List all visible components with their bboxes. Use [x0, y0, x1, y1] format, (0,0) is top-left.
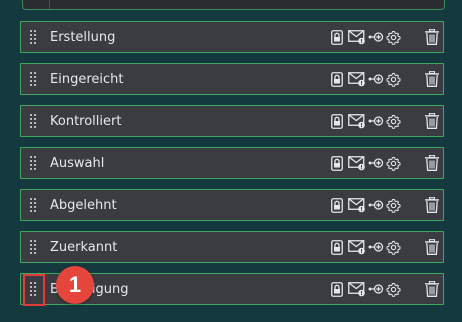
- drag-handle-icon[interactable]: [21, 64, 45, 94]
- link-icon[interactable]: [368, 115, 384, 127]
- mail-notify-icon[interactable]: [348, 71, 366, 87]
- mail-notify-icon[interactable]: [348, 155, 366, 171]
- mail-notify-icon[interactable]: [348, 281, 366, 297]
- gear-icon[interactable]: [386, 198, 401, 213]
- mail-notify-icon[interactable]: [348, 239, 366, 255]
- mail-notify-icon[interactable]: [348, 197, 366, 213]
- status-row-eingereicht: Eingereicht: [20, 63, 444, 95]
- link-icon[interactable]: [368, 73, 384, 85]
- step-number-badge: 1: [56, 266, 94, 304]
- status-label: Auswahl: [50, 155, 105, 171]
- lock-icon[interactable]: [331, 71, 343, 87]
- gear-icon[interactable]: [386, 282, 401, 297]
- status-row-abgelehnt: Abgelehnt: [20, 189, 444, 221]
- gear-icon[interactable]: [386, 114, 401, 129]
- lock-icon[interactable]: [331, 113, 343, 129]
- gear-icon[interactable]: [386, 30, 401, 45]
- lock-icon[interactable]: [331, 29, 343, 45]
- status-label: Erstellung: [50, 29, 116, 45]
- drag-handle-icon[interactable]: [21, 148, 45, 178]
- trash-icon[interactable]: [425, 71, 439, 87]
- drag-handle-icon[interactable]: [21, 22, 45, 52]
- status-label: Zuerkannt: [50, 239, 118, 255]
- drag-handle-icon[interactable]: [21, 274, 45, 304]
- trash-icon[interactable]: [425, 113, 439, 129]
- drag-handle-icon[interactable]: [21, 190, 45, 220]
- mail-notify-icon[interactable]: [348, 113, 366, 129]
- link-icon[interactable]: [368, 199, 384, 211]
- status-label: Abgelehnt: [50, 197, 117, 213]
- lock-icon[interactable]: [331, 239, 343, 255]
- gear-icon[interactable]: [386, 240, 401, 255]
- status-list-panel: Erstellung Eingereicht Kontrolliert Ausw…: [0, 0, 462, 322]
- trash-icon[interactable]: [425, 155, 439, 171]
- link-icon[interactable]: [368, 157, 384, 169]
- status-label: Kontrolliert: [50, 113, 122, 129]
- status-row-auswahl: Auswahl: [20, 147, 444, 179]
- trash-icon[interactable]: [425, 29, 439, 45]
- drag-handle-icon[interactable]: [21, 232, 45, 262]
- link-icon[interactable]: [368, 241, 384, 253]
- previous-row-edge: [22, 0, 445, 10]
- trash-icon[interactable]: [425, 239, 439, 255]
- link-icon[interactable]: [368, 31, 384, 43]
- lock-icon[interactable]: [331, 155, 343, 171]
- status-label: Eingereicht: [50, 71, 124, 87]
- trash-icon[interactable]: [425, 197, 439, 213]
- status-row-erstellung: Erstellung: [20, 21, 444, 53]
- lock-icon[interactable]: [331, 197, 343, 213]
- mail-notify-icon[interactable]: [348, 29, 366, 45]
- drag-handle-icon[interactable]: [21, 106, 45, 136]
- lock-icon[interactable]: [331, 281, 343, 297]
- gear-icon[interactable]: [386, 156, 401, 171]
- link-icon[interactable]: [368, 283, 384, 295]
- status-row-kontrolliert: Kontrolliert: [20, 105, 444, 137]
- status-row-zuerkannt: Zuerkannt: [20, 231, 444, 263]
- trash-icon[interactable]: [425, 281, 439, 297]
- gear-icon[interactable]: [386, 72, 401, 87]
